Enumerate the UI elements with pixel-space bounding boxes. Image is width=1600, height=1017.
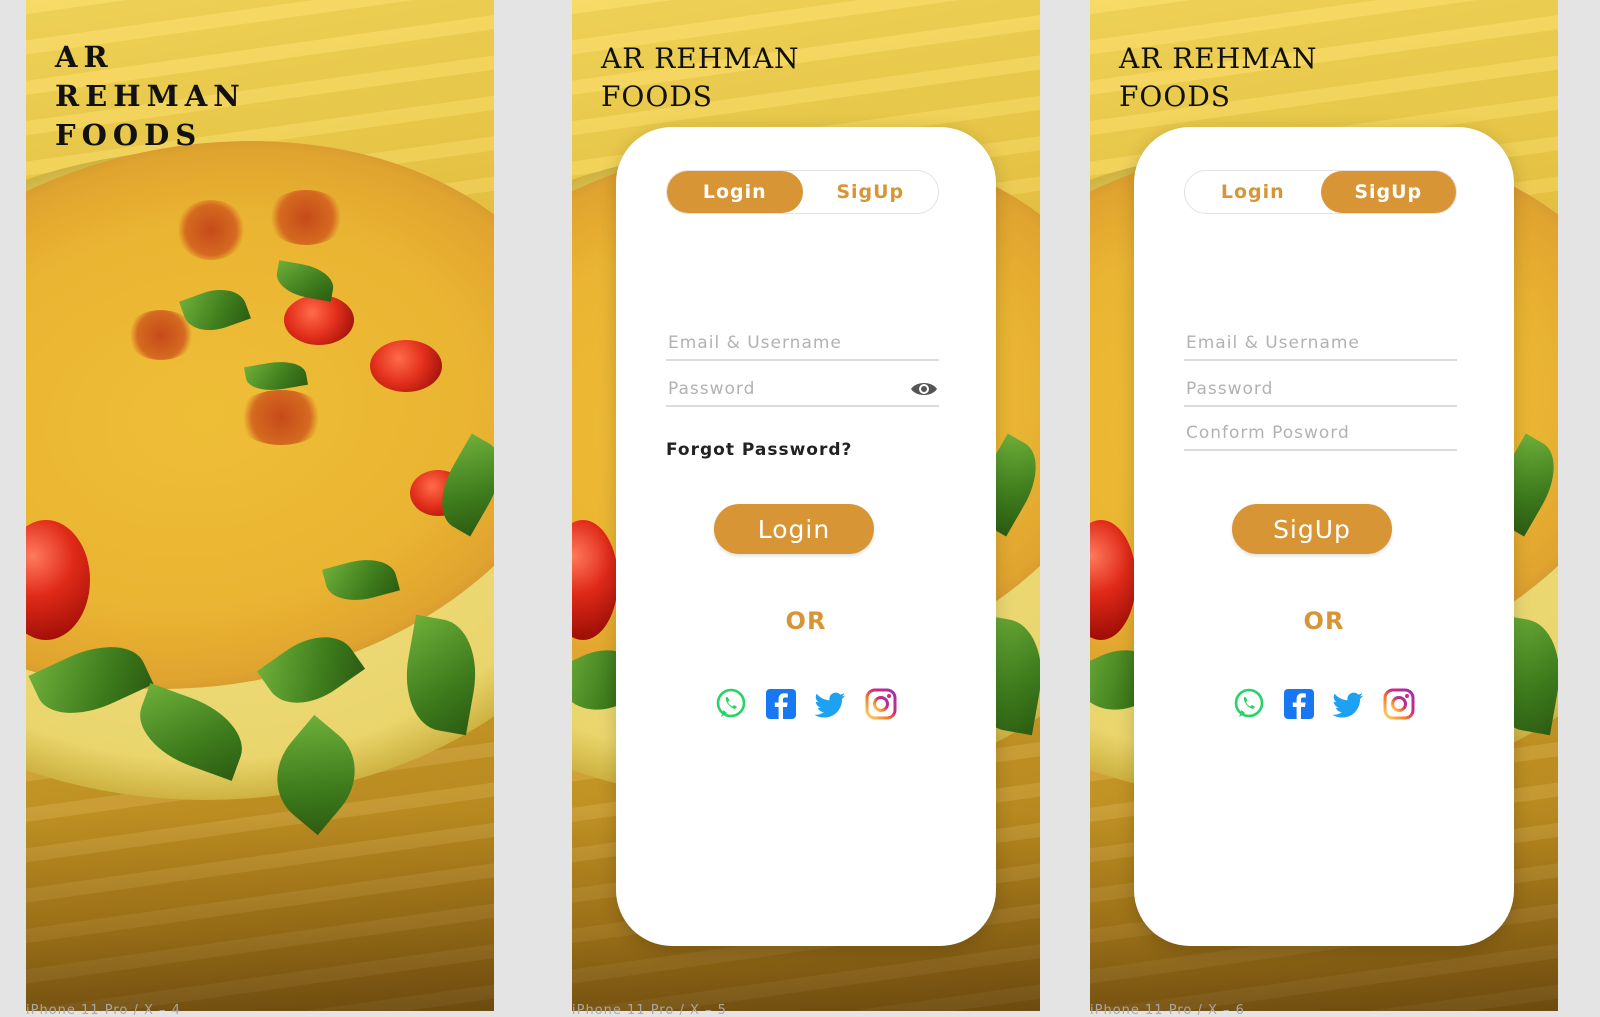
email-field[interactable] xyxy=(666,333,939,353)
email-field-wrapper xyxy=(1184,327,1457,361)
brand-line-3: FOODS xyxy=(55,118,203,152)
login-button[interactable]: Login xyxy=(714,504,874,554)
instagram-icon[interactable] xyxy=(1382,687,1416,721)
whatsapp-icon[interactable] xyxy=(714,687,748,721)
tab-signup[interactable]: SigUp xyxy=(803,171,939,213)
brand-line-1: AR REHMAN xyxy=(601,42,800,75)
login-screen: AR REHMAN FOODS Login SigUp Forgot Passw… xyxy=(572,0,1040,1011)
twitter-icon[interactable] xyxy=(1332,687,1366,721)
brand-logo: AR REHMAN FOODS xyxy=(1119,40,1318,116)
signup-card: Login SigUp SigUp OR xyxy=(1134,127,1514,946)
tab-login[interactable]: Login xyxy=(1185,171,1321,213)
brand-line-1: AR REHMAN xyxy=(1119,42,1318,75)
brand-line-2: REHMAN xyxy=(55,79,246,113)
artboard-caption: iPhone 11 Pro / X – 6 xyxy=(1090,1003,1245,1017)
brand-logo: AR REHMAN FOODS xyxy=(601,40,800,116)
auth-tab-switch: Login SigUp xyxy=(1184,170,1457,214)
brand-logo: AR REHMAN FOODS xyxy=(55,38,246,155)
or-divider: OR xyxy=(785,607,827,635)
forgot-password-link[interactable]: Forgot Password? xyxy=(666,440,852,460)
email-field[interactable] xyxy=(1184,333,1457,353)
tab-signup[interactable]: SigUp xyxy=(1320,171,1456,213)
auth-tab-switch: Login SigUp xyxy=(666,170,939,214)
email-field-wrapper xyxy=(666,327,939,361)
artboard-caption: iPhone 11 Pro / X – 5 xyxy=(572,1003,727,1017)
brand-line-2: FOODS xyxy=(1119,80,1231,113)
facebook-icon[interactable] xyxy=(1282,687,1316,721)
brand-line-2: FOODS xyxy=(601,80,713,113)
tab-login[interactable]: Login xyxy=(667,171,803,213)
social-login-row xyxy=(616,687,996,721)
artboard-caption: iPhone 11 Pro / X – 4 xyxy=(26,1003,181,1017)
instagram-icon[interactable] xyxy=(864,687,898,721)
brand-line-1: AR xyxy=(55,40,114,74)
password-field-wrapper xyxy=(666,373,939,407)
confirm-password-field[interactable] xyxy=(1184,423,1457,443)
confirm-password-field-wrapper xyxy=(1184,417,1457,451)
whatsapp-icon[interactable] xyxy=(1232,687,1266,721)
twitter-icon[interactable] xyxy=(814,687,848,721)
signup-button[interactable]: SigUp xyxy=(1232,504,1392,554)
login-card: Login SigUp Forgot Password? Login OR xyxy=(616,127,996,946)
password-field[interactable] xyxy=(1184,379,1457,399)
password-field-wrapper xyxy=(1184,373,1457,407)
or-divider: OR xyxy=(1303,607,1345,635)
social-login-row xyxy=(1134,687,1514,721)
signup-screen: AR REHMAN FOODS Login SigUp SigUp OR xyxy=(1090,0,1558,1011)
facebook-icon[interactable] xyxy=(764,687,798,721)
splash-screen: AR REHMAN FOODS xyxy=(26,0,494,1011)
password-field[interactable] xyxy=(666,379,909,399)
eye-icon[interactable] xyxy=(909,378,939,400)
